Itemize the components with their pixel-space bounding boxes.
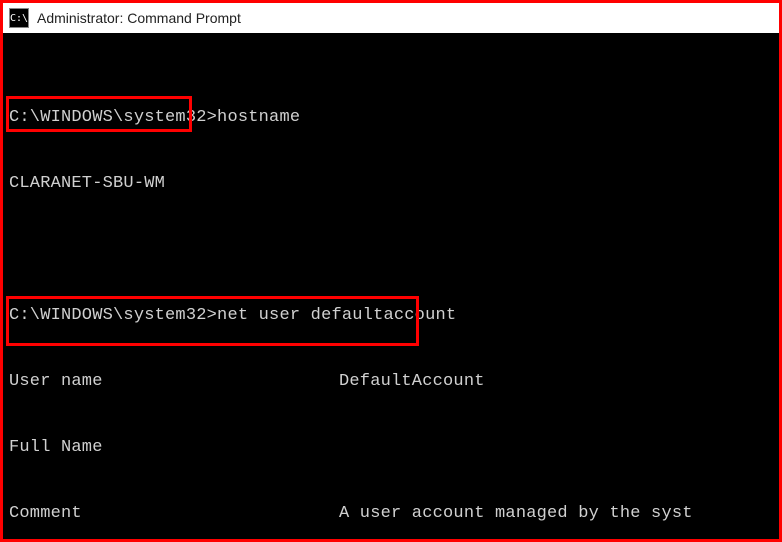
window-title: Administrator: Command Prompt xyxy=(37,10,241,26)
prompt-line: C:\WINDOWS\system32>hostname xyxy=(9,107,779,129)
blank-line xyxy=(9,239,779,261)
kv-comment: CommentA user account managed by the sys… xyxy=(9,503,779,525)
prompt-line: C:\WINDOWS\system32>net user defaultacco… xyxy=(9,305,779,327)
kv-user-name: User nameDefaultAccount xyxy=(9,371,779,393)
window-frame: C:\ Administrator: Command Prompt C:\WIN… xyxy=(0,0,782,542)
hostname-output: CLARANET-SBU-WM xyxy=(9,173,779,195)
titlebar[interactable]: C:\ Administrator: Command Prompt xyxy=(3,3,779,34)
terminal-output[interactable]: C:\WINDOWS\system32>hostname CLARANET-SB… xyxy=(3,33,779,539)
cmd-icon: C:\ xyxy=(9,8,29,28)
kv-full-name: Full Name xyxy=(9,437,779,459)
